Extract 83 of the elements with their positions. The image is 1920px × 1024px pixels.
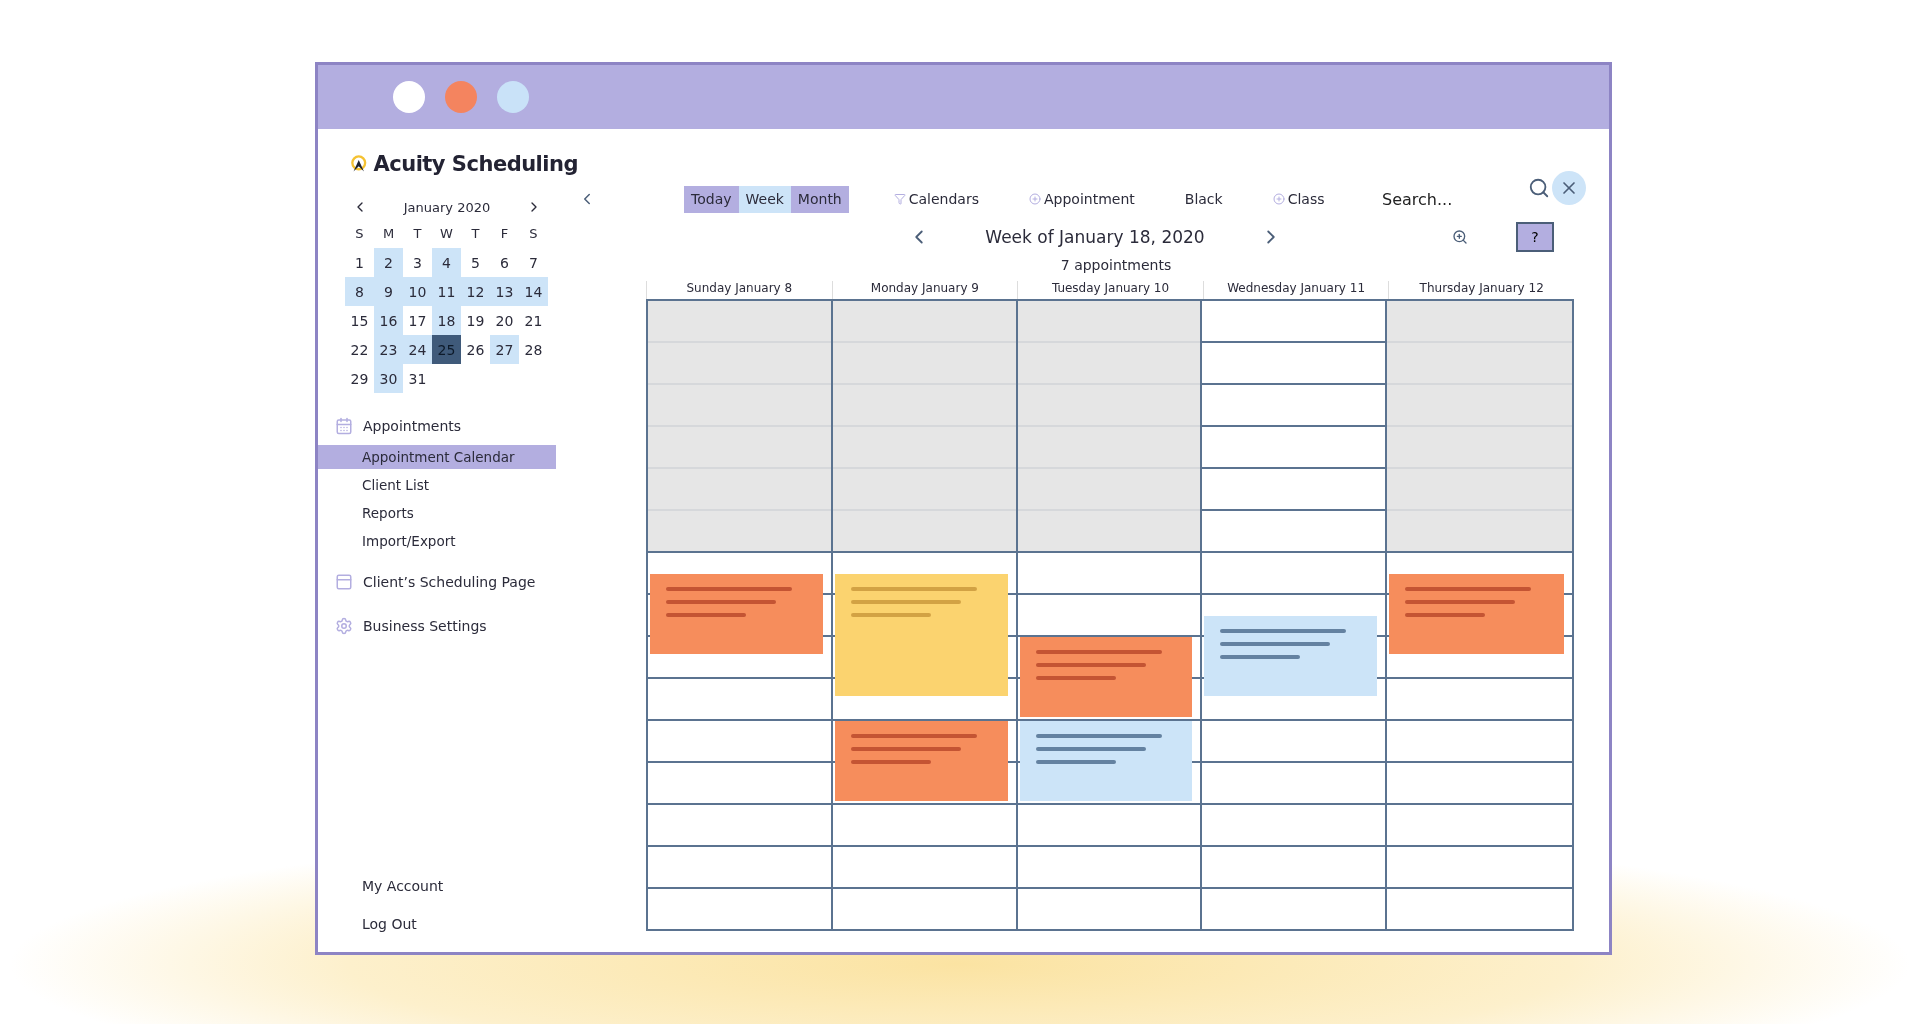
plus-circle-icon: [1272, 193, 1285, 205]
calendar-day[interactable]: 11: [432, 277, 461, 306]
calendar-day[interactable]: 16: [374, 306, 403, 335]
appointment-block[interactable]: [1204, 616, 1378, 696]
weekday-label: F: [499, 225, 510, 243]
calendar-day[interactable]: 26: [461, 335, 490, 364]
view-tab[interactable]: Week: [738, 185, 791, 213]
page-icon: [335, 573, 353, 591]
week-title: Week of January 18, 2020: [984, 227, 1206, 247]
calendar-day[interactable]: 30: [374, 364, 403, 393]
weekday-label: M: [381, 225, 396, 243]
sidebar-item[interactable]: Appointment Calendar: [318, 445, 556, 469]
appointment-block[interactable]: [1389, 574, 1564, 654]
weekday-label: T: [470, 225, 481, 243]
calendar-day[interactable]: 7: [519, 248, 548, 277]
weekday-label: S: [528, 225, 539, 243]
plus-circle-icon: [1029, 193, 1041, 205]
view-tab[interactable]: Today: [684, 185, 739, 213]
window-control-dot[interactable]: [393, 81, 425, 113]
calendar-day[interactable]: 19: [461, 306, 490, 335]
calendar-day[interactable]: 29: [345, 364, 374, 393]
calendar-day[interactable]: 27: [490, 335, 519, 364]
appointment-block[interactable]: [834, 574, 1008, 696]
window-control-dot[interactable]: [497, 81, 529, 113]
calendar-day[interactable]: 20: [490, 306, 519, 335]
calendar-icon: [335, 417, 353, 435]
appointment-block[interactable]: [1019, 637, 1193, 717]
toolbar-action[interactable]: Appointment: [1029, 191, 1135, 207]
toolbar-action[interactable]: Black: [1184, 191, 1223, 207]
calendar-day[interactable]: 22: [345, 335, 374, 364]
sidebar-item[interactable]: Client List: [318, 473, 578, 497]
calendar-day[interactable]: 13: [490, 277, 519, 306]
calendar-day[interactable]: 9: [374, 277, 403, 306]
calendar-day[interactable]: 10: [403, 277, 432, 306]
filter-icon: [893, 193, 906, 205]
calendar-day[interactable]: 17: [403, 306, 432, 335]
calendar-day[interactable]: 23: [374, 335, 403, 364]
toolbar-action[interactable]: Calendars: [893, 191, 979, 207]
appointment-block[interactable]: [1019, 721, 1193, 801]
sidebar-item[interactable]: Reports: [318, 501, 578, 525]
day-header: Tuesday January 10: [1017, 281, 1203, 299]
day-header: Thursday January 12: [1388, 281, 1574, 299]
sidebar-section[interactable]: Business Settings: [363, 618, 487, 634]
close-button[interactable]: [1552, 171, 1586, 205]
sidebar-section[interactable]: Appointments: [363, 418, 462, 434]
appointment-count: 7 appointments: [1060, 257, 1172, 273]
month-label: January 2020: [403, 199, 491, 215]
sidebar-item[interactable]: Import/Export: [318, 529, 578, 553]
weekday-label: W: [439, 225, 454, 243]
settings-icon: [335, 617, 353, 635]
brand-name: Acuity Scheduling: [373, 152, 578, 176]
calendar-day[interactable]: 28: [519, 335, 548, 364]
calendar-day[interactable]: 3: [403, 248, 432, 277]
day-header: Wednesday January 11: [1202, 281, 1389, 299]
sidebar-link[interactable]: My Account: [318, 878, 578, 894]
window-control-dot[interactable]: [445, 81, 477, 113]
help-button[interactable]: ?: [1516, 222, 1554, 252]
appointment-block[interactable]: [834, 721, 1008, 801]
calendar-day[interactable]: 6: [490, 248, 519, 277]
calendar-day[interactable]: 31: [403, 364, 432, 393]
appointment-block[interactable]: [650, 574, 823, 654]
search-field[interactable]: Search...: [1380, 188, 1504, 210]
calendar-day[interactable]: 15: [345, 306, 374, 335]
day-header: Sunday January 8: [646, 281, 832, 299]
day-header: Monday January 9: [831, 281, 1018, 299]
sidebar-section[interactable]: Client’s Scheduling Page: [363, 574, 536, 590]
sidebar-link[interactable]: Log Out: [318, 916, 578, 932]
weekday-label: S: [354, 225, 365, 243]
calendar-day[interactable]: 18: [432, 306, 461, 335]
search-icon[interactable]: [1528, 177, 1550, 199]
calendar-day[interactable]: 24: [403, 335, 432, 364]
calendar-day[interactable]: 14: [519, 277, 548, 306]
calendar-day[interactable]: 2: [374, 248, 403, 277]
toolbar-action[interactable]: Class: [1272, 191, 1325, 207]
calendar-day[interactable]: 21: [519, 306, 548, 335]
weekday-label: T: [412, 225, 423, 243]
calendar-day[interactable]: 4: [432, 248, 461, 277]
calendar-day[interactable]: 12: [461, 277, 490, 306]
calendar-day[interactable]: 1: [345, 248, 374, 277]
view-tab[interactable]: Month: [790, 185, 849, 213]
calendar-day[interactable]: 8: [345, 277, 374, 306]
calendar-day[interactable]: 5: [461, 248, 490, 277]
zoom-icon[interactable]: [1452, 229, 1468, 245]
